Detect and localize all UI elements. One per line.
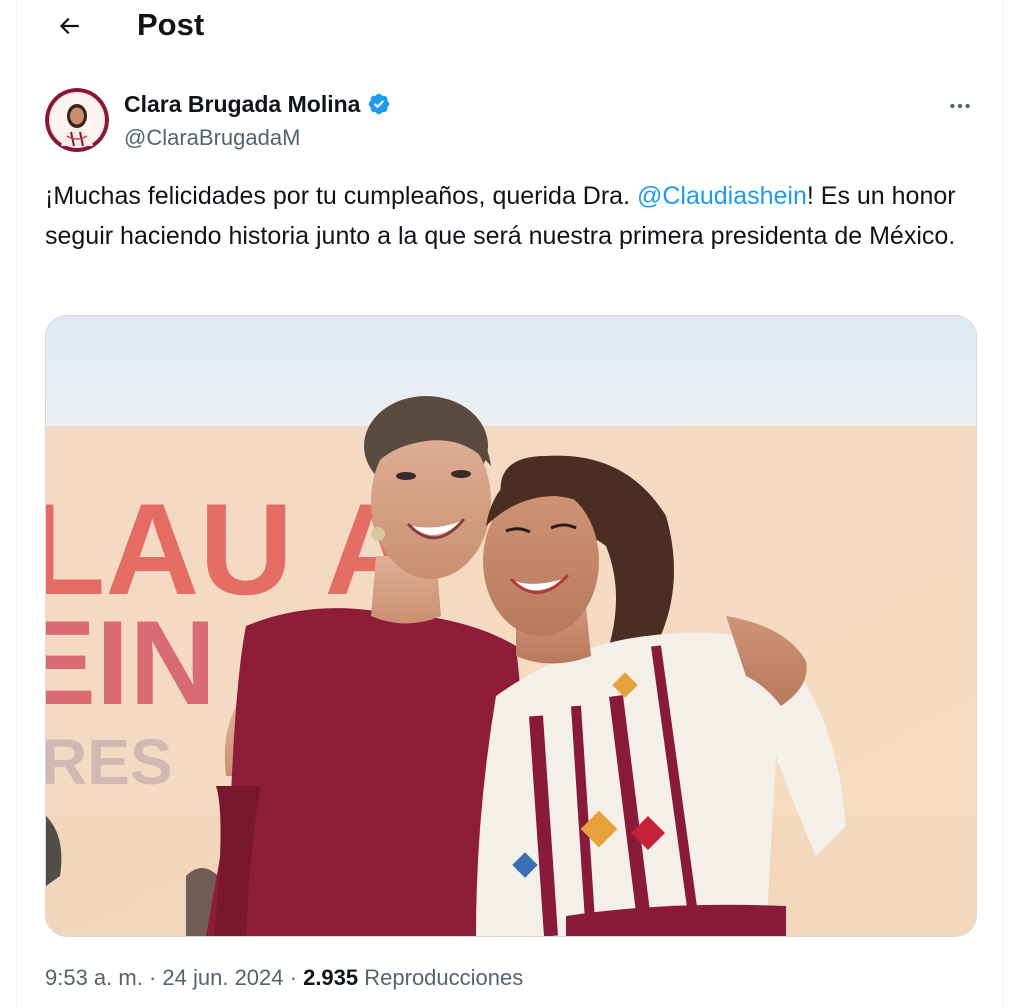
post-meta: 9:53 a. m. · 24 jun. 2024 · 2.935 Reprod… — [45, 962, 523, 994]
banner-text-line3: RES — [46, 726, 173, 798]
post-text: ¡Muchas felicidades por tu cumpleaños, q… — [45, 176, 975, 256]
avatar[interactable] — [45, 88, 109, 152]
more-horizontal-icon — [950, 103, 970, 109]
views-label: Reproducciones — [358, 965, 524, 990]
post-text-before: ¡Muchas felicidades por tu cumpleaños, q… — [45, 182, 637, 210]
mention-link[interactable]: @Claudiashein — [637, 182, 807, 210]
author-name: Clara Brugada Molina — [124, 89, 391, 119]
column-border-right — [1003, 0, 1004, 1008]
more-button[interactable] — [940, 88, 980, 124]
post-time[interactable]: 9:53 a. m. — [45, 965, 143, 990]
column-border-left — [16, 0, 17, 1008]
verified-badge-icon[interactable] — [367, 92, 391, 116]
post-photo[interactable]: LAU A EIN RES — [45, 315, 977, 937]
meta-separator: · — [283, 965, 304, 990]
back-button[interactable] — [49, 6, 89, 46]
meta-separator: · — [142, 965, 163, 990]
page-title: Post — [137, 7, 205, 42]
banner-text-line2: EIN — [46, 596, 216, 730]
page-header: Post — [17, 0, 1003, 52]
post-date[interactable]: 24 jun. 2024 — [162, 965, 283, 990]
author-handle[interactable]: @ClaraBrugadaM — [124, 123, 300, 153]
arrow-left-icon — [59, 17, 79, 35]
author-display-name[interactable]: Clara Brugada Molina — [124, 89, 360, 119]
views-count: 2.935 — [303, 965, 359, 990]
